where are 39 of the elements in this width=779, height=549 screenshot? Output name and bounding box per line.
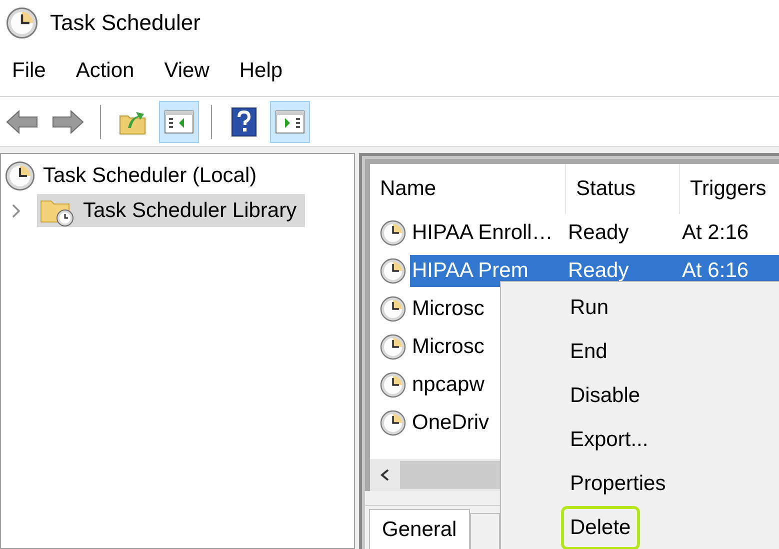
clock-icon: [380, 220, 406, 246]
back-arrow-icon: [5, 108, 39, 134]
column-header[interactable]: Triggers: [680, 164, 779, 214]
pane-toggle-icon: [275, 108, 305, 134]
column-header[interactable]: Status: [566, 164, 680, 214]
menu-item[interactable]: Help: [239, 54, 283, 86]
app-clock-icon: [6, 6, 38, 38]
tree-item[interactable]: Task Scheduler (Local): [3, 159, 265, 192]
table-cell-text: HIPAA Prem: [411, 258, 530, 284]
menu-item[interactable]: Action: [76, 54, 134, 86]
table-cell-text: At 6:16: [681, 258, 750, 284]
table-cell-text: Ready: [567, 258, 630, 284]
tree-item[interactable]: Task Scheduler Library: [37, 194, 305, 227]
menu-item[interactable]: Run: [561, 286, 618, 330]
table-row[interactable]: HIPAA Enroll… Ready At 2:16: [410, 217, 779, 249]
forward-arrow-icon: [51, 108, 85, 134]
pane-toggle-icon: [164, 108, 194, 134]
clock-icon: [380, 410, 406, 436]
table-cell-text: OneDriv: [411, 410, 490, 436]
clock-icon: [380, 296, 406, 322]
menu-item[interactable]: Properties: [561, 462, 675, 506]
menu-item[interactable]: Delete: [561, 506, 640, 549]
clock-icon: [380, 258, 406, 284]
menu-item[interactable]: Disable: [561, 374, 650, 418]
table-cell-text: At 2:16: [681, 220, 750, 246]
window-title: Task Scheduler: [50, 9, 200, 37]
clock-icon: [380, 334, 406, 360]
menu-item[interactable]: View: [164, 54, 210, 86]
column-header[interactable]: Name: [370, 164, 566, 214]
clock-icon: [5, 160, 35, 190]
help-icon: [231, 106, 257, 136]
menu-item[interactable]: Export...: [561, 418, 658, 462]
tab[interactable]: General: [369, 509, 470, 549]
table-cell-text: HIPAA Enroll…: [411, 220, 554, 246]
menu-item[interactable]: End: [561, 330, 616, 374]
chevron-left-icon: [379, 468, 391, 482]
menu-item[interactable]: File: [12, 54, 46, 86]
table-cell-text: Ready: [567, 220, 630, 246]
clock-icon: [380, 372, 406, 398]
